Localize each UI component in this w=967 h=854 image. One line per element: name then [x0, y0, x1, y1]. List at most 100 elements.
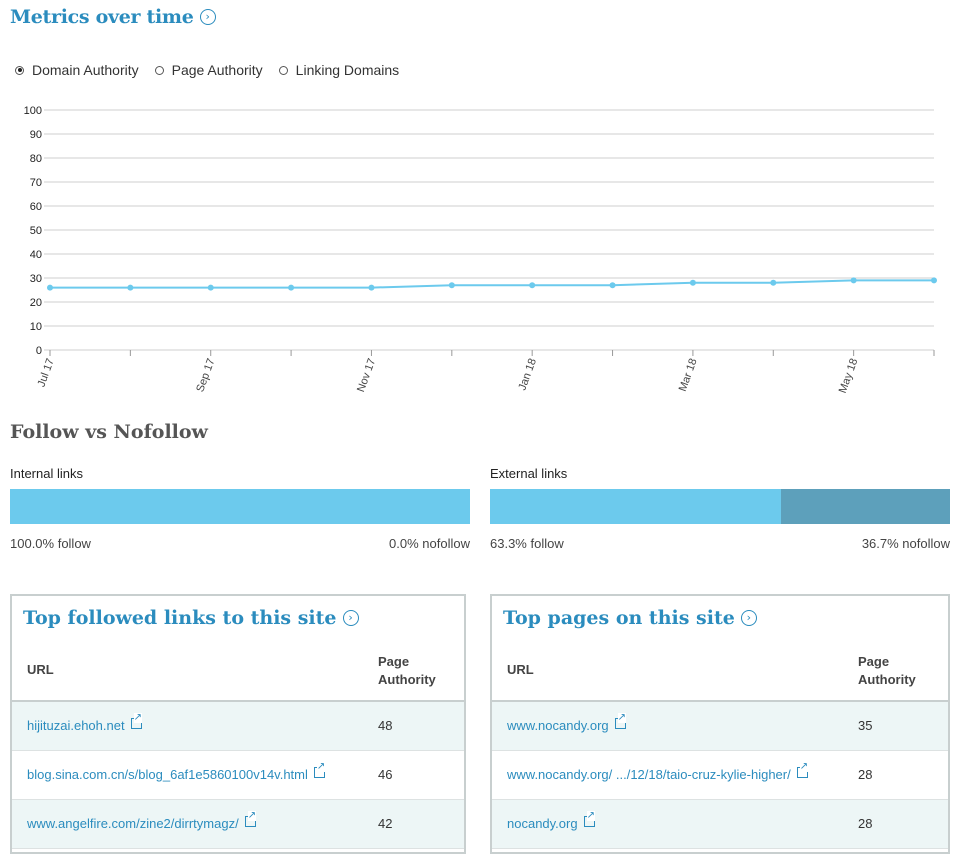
- follow-section-title: Follow vs Nofollow: [10, 421, 208, 443]
- top-pages-panel: Top pages on this site › URL Page Authori…: [490, 594, 950, 854]
- top-links-title: Top followed links to this site ›: [23, 607, 359, 629]
- x-tick-label: May 18: [837, 357, 861, 395]
- radio-linking-domains[interactable]: Linking Domains: [278, 62, 400, 78]
- radio-page-authority[interactable]: Page Authority: [154, 62, 263, 78]
- page-url-text[interactable]: www.nocandy.org: [507, 718, 609, 733]
- data-point: [609, 282, 616, 289]
- internal-follow-bar: [10, 489, 470, 524]
- link-url[interactable]: blog.sina.com.cn/s/blog_6af1e5860100v14v…: [27, 762, 326, 782]
- data-point: [288, 284, 295, 291]
- data-point: [689, 279, 696, 286]
- chevron-right-icon[interactable]: ›: [342, 610, 359, 626]
- link-url-text[interactable]: www.angelfire.com/zine2/dirrtymagz/: [27, 816, 239, 831]
- page-authority-value: 28: [858, 816, 873, 831]
- chevron-right-icon[interactable]: ›: [740, 610, 757, 626]
- data-point: [368, 284, 375, 291]
- x-tick-label: Mar 18: [677, 357, 700, 393]
- table-row: www.angelfire.com/zine2/dirrtymagz/ 42: [12, 800, 464, 849]
- x-tick-label: Nov 17: [355, 357, 378, 394]
- col-header-pa-line1: Page: [858, 654, 890, 669]
- link-url-text[interactable]: hijituzai.ehoh.net: [27, 718, 125, 733]
- top-pages-title-text: Top pages on this site: [503, 607, 735, 629]
- y-tick-label: 50: [30, 225, 42, 237]
- data-point: [529, 282, 536, 289]
- page-authority-value: 46: [378, 767, 393, 782]
- y-tick-label: 70: [30, 177, 42, 189]
- data-point: [47, 284, 53, 291]
- col-header-url: URL: [507, 662, 534, 677]
- internal-follow-pct: 100.0% follow: [10, 536, 91, 551]
- top-pages-title: Top pages on this site ›: [503, 607, 757, 629]
- external-link-icon[interactable]: [614, 713, 627, 729]
- metrics-title-text: Metrics over time: [10, 6, 194, 28]
- y-tick-label: 40: [30, 249, 42, 261]
- external-follow-pct: 63.3% follow: [490, 536, 564, 551]
- table-row: blog.sina.com.cn/s/blog_6af1e5860100v14v…: [12, 751, 464, 800]
- internal-links-label: Internal links: [10, 466, 83, 481]
- radio-domain-authority[interactable]: Domain Authority: [15, 62, 139, 78]
- page-authority-value: 48: [378, 718, 393, 733]
- page-authority-value: 35: [858, 718, 873, 733]
- y-tick-label: 0: [36, 345, 42, 357]
- x-tick-label: Jul 17: [36, 357, 57, 389]
- radio-label: Domain Authority: [32, 62, 139, 78]
- chevron-right-icon[interactable]: ›: [199, 9, 216, 25]
- internal-nofollow-pct: 0.0% nofollow: [389, 536, 470, 551]
- y-tick-label: 30: [30, 273, 42, 285]
- page-url[interactable]: nocandy.org: [507, 811, 595, 831]
- top-links-title-text: Top followed links to this site: [23, 607, 337, 629]
- page-authority-value: 28: [858, 767, 873, 782]
- radio-button[interactable]: [154, 65, 164, 75]
- series-line: [50, 279, 934, 289]
- table-row: www.nocandy.org/ .../12/18/taio-cruz-kyl…: [492, 751, 948, 800]
- table-row: www.nocandy.org 35: [492, 702, 948, 751]
- radio-button-selected[interactable]: [15, 65, 24, 75]
- radio-label: Linking Domains: [295, 62, 400, 78]
- external-link-icon[interactable]: [313, 762, 326, 778]
- x-tick-label: Jan 18: [516, 357, 539, 392]
- page-url-text[interactable]: www.nocandy.org/ .../12/18/taio-cruz-kyl…: [507, 767, 791, 782]
- data-point: [207, 284, 214, 291]
- data-point: [127, 284, 134, 291]
- x-tick-label: Sep 17: [194, 357, 217, 394]
- external-link-icon[interactable]: [130, 713, 142, 729]
- link-url[interactable]: www.angelfire.com/zine2/dirrtymagz/: [27, 811, 257, 831]
- y-tick-label: 100: [24, 105, 42, 117]
- page-authority-value: 42: [378, 816, 393, 831]
- col-header-page-authority: Page Authority: [378, 653, 436, 689]
- external-nofollow-bar: [781, 489, 950, 524]
- metrics-line-chart: 0 10 20 30 40 50 60 70 80 90 100 Jul 17 Sep 17 Nov 17…: [24, 105, 937, 395]
- metrics-title: Metrics over time ›: [10, 6, 216, 28]
- page-url-text[interactable]: nocandy.org: [507, 816, 578, 831]
- radio-button[interactable]: [278, 65, 288, 75]
- y-tick-label: 20: [30, 297, 42, 309]
- col-header-page-authority: Page Authority: [858, 653, 916, 689]
- external-follow-bar: [490, 489, 782, 524]
- external-nofollow-pct: 36.7% nofollow: [861, 536, 950, 551]
- col-header-pa-line2: Authority: [378, 672, 436, 687]
- y-tick-label: 10: [30, 321, 42, 333]
- external-link-icon[interactable]: [796, 762, 809, 778]
- data-point: [931, 277, 937, 284]
- table-row: nocandy.org 28: [492, 800, 948, 849]
- external-link-icon[interactable]: [583, 811, 595, 827]
- data-point: [770, 279, 777, 286]
- y-tick-label: 80: [30, 153, 42, 165]
- page-url[interactable]: www.nocandy.org: [507, 713, 627, 733]
- external-links-label: External links: [490, 466, 568, 481]
- top-links-panel: Top followed links to this site › URL Pag…: [10, 594, 466, 854]
- radio-label: Page Authority: [171, 62, 263, 78]
- table-row: hijituzai.ehoh.net 48: [12, 702, 464, 751]
- data-point: [448, 282, 455, 289]
- link-url[interactable]: hijituzai.ehoh.net: [27, 713, 142, 733]
- col-header-url: URL: [27, 662, 54, 677]
- y-tick-label: 90: [30, 129, 42, 141]
- link-url-text[interactable]: blog.sina.com.cn/s/blog_6af1e5860100v14v…: [27, 767, 308, 782]
- external-link-icon[interactable]: [244, 811, 257, 827]
- metric-radio-group: Domain Authority Page Authority Linking …: [15, 62, 399, 78]
- y-tick-label: 60: [30, 201, 42, 213]
- page-url[interactable]: www.nocandy.org/ .../12/18/taio-cruz-kyl…: [507, 762, 809, 782]
- data-point: [850, 277, 857, 284]
- col-header-pa-line1: Page: [378, 654, 410, 669]
- col-header-pa-line2: Authority: [858, 672, 916, 687]
